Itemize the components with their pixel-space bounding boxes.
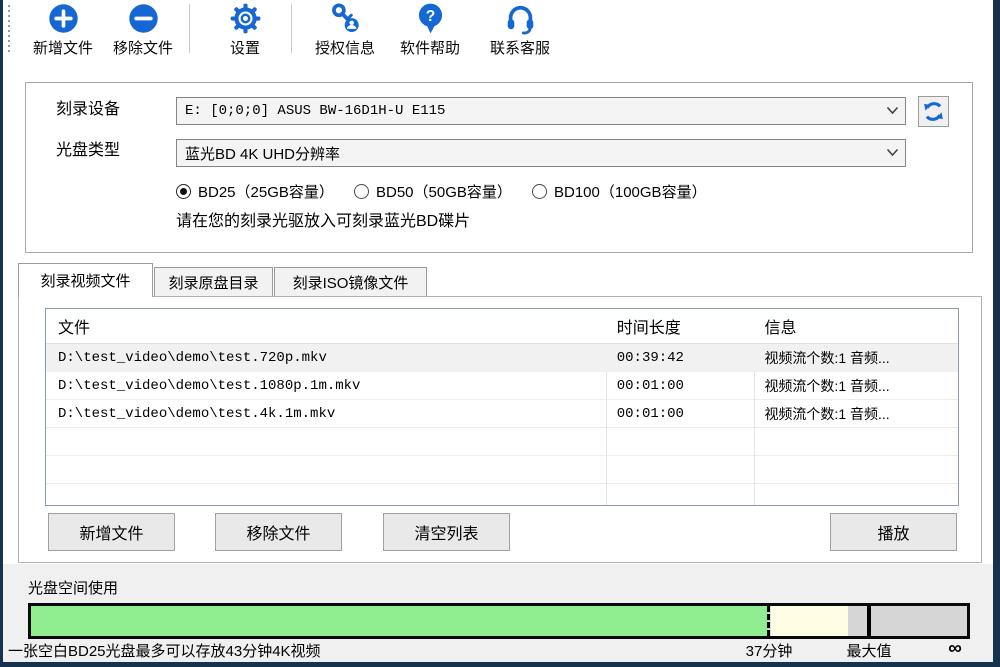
radio-bd25[interactable]: BD25（25GB容量） [176,181,334,202]
radio-circle [176,184,191,199]
disc-type-value: 蓝光BD 4K UHD分辨率 [185,143,340,164]
column-header-duration[interactable]: 时间长度 [605,309,753,343]
svg-text:?: ? [425,8,435,25]
window-border-bottom [0,662,1000,667]
status-text: 一张空白BD25光盘最多可以存放43分钟4K视频 [8,640,321,661]
radio-bd50-label: BD50（50GB容量） [376,181,512,202]
gear-icon [229,2,262,35]
infinity-symbol: ∞ [938,638,972,660]
toolbar-remove-file-button[interactable]: 移除文件 [101,2,185,58]
table-row[interactable]: D:\test_video\demo\test.1080p.1m.mkv 00:… [46,372,958,400]
cell-duration: 00:01:00 [605,400,753,428]
refresh-icon [921,99,946,124]
toolbar-settings-button[interactable]: 设置 [203,2,287,58]
tab-burn-video-label: 刻录视频文件 [40,270,130,291]
radio-circle [532,184,547,199]
table-row[interactable]: D:\test_video\demo\test.720p.mkv 00:39:4… [46,344,958,372]
toolbar-help-button[interactable]: ? 软件帮助 [388,2,472,58]
max-capacity-divider [867,606,871,636]
disc-type-label: 光盘类型 [56,136,120,160]
toolbar-add-file-button[interactable]: 新增文件 [21,2,105,58]
chevron-down-icon [886,148,899,157]
used-time-label: 37分钟 [729,640,809,661]
cell-duration: 00:01:00 [605,372,753,400]
cell-file: D:\test_video\demo\test.1080p.1m.mkv [46,372,605,400]
device-panel: 刻录设备 E: [0;0;0] ASUS BW-16D1H-U E115 光盘类… [25,82,973,253]
toolbar-support-button[interactable]: 联系客服 [478,2,562,58]
disc-space-bar [28,603,970,639]
table-header: 文件 时间长度 信息 [46,309,958,344]
column-header-info[interactable]: 信息 [752,309,958,343]
toolbar-help-label: 软件帮助 [400,37,460,58]
radio-bd100-label: BD100（100GB容量） [554,181,707,202]
toolbar-add-file-label: 新增文件 [33,37,93,58]
radio-bd100[interactable]: BD100（100GB容量） [532,181,707,202]
file-table[interactable]: 文件 时间长度 信息 D:\test_video\demo\test.720p.… [45,308,959,506]
radio-bd25-label: BD25（25GB容量） [198,181,334,202]
toolbar-separator [291,4,292,53]
cell-info: 视频流个数:1 音频... [752,344,958,372]
tab-burn-video[interactable]: 刻录视频文件 [18,263,153,297]
burner-device-value: E: [0;0;0] ASUS BW-16D1H-U E115 [185,103,445,119]
cell-file: D:\test_video\demo\test.4k.1m.mkv [46,400,605,428]
cell-file: D:\test_video\demo\test.720p.mkv [46,344,605,372]
key-user-icon [329,2,362,35]
help-bubble-icon: ? [414,2,447,35]
max-value-label: 最大值 [829,640,909,661]
tab-burn-folder-label: 刻录原盘目录 [168,272,258,293]
remove-file-button[interactable]: 移除文件 [215,513,342,551]
toolbar: 新增文件 移除文件 [0,0,1000,60]
play-button[interactable]: 播放 [830,513,957,551]
free-space-segment [771,606,848,636]
toolbar-license-button[interactable]: 授权信息 [303,2,387,58]
tab-burn-folder[interactable]: 刻录原盘目录 [154,267,273,296]
toolbar-license-label: 授权信息 [315,37,375,58]
toolbar-grip[interactable] [8,5,10,53]
disc-space-title: 光盘空间使用 [28,577,118,598]
window-border-left [0,0,3,667]
cell-info: 视频流个数:1 音频... [752,372,958,400]
refresh-devices-button[interactable] [918,96,949,127]
headset-icon [504,2,537,35]
burner-device-label: 刻录设备 [56,95,120,119]
toolbar-remove-file-label: 移除文件 [113,37,173,58]
toolbar-settings-label: 设置 [230,37,260,58]
used-space-marker [767,606,770,636]
app-window: 新增文件 移除文件 [0,0,1000,667]
cell-duration: 00:39:42 [605,344,753,372]
disc-space-labels: 一张空白BD25光盘最多可以存放43分钟4K视频 37分钟 最大值 ∞ [0,638,1000,662]
disc-type-select[interactable]: 蓝光BD 4K UHD分辨率 [176,139,906,167]
burner-device-select[interactable]: E: [0;0;0] ASUS BW-16D1H-U E115 [176,97,906,125]
chevron-down-icon [886,106,899,115]
column-header-file[interactable]: 文件 [46,309,605,343]
table-row[interactable]: D:\test_video\demo\test.4k.1m.mkv 00:01:… [46,400,958,428]
window-border-right [993,0,1000,667]
clear-list-button[interactable]: 清空列表 [383,513,510,551]
plus-circle-icon [47,2,80,35]
insert-disc-hint: 请在您的刻录光驱放入可刻录蓝光BD碟片 [176,207,470,231]
tab-burn-iso[interactable]: 刻录ISO镜像文件 [274,267,427,296]
cell-info: 视频流个数:1 音频... [752,400,958,428]
tab-burn-iso-label: 刻录ISO镜像文件 [293,272,409,293]
radio-bd50[interactable]: BD50（50GB容量） [354,181,512,202]
minus-circle-icon [127,2,160,35]
toolbar-separator [189,4,190,53]
used-space-segment [31,606,768,636]
radio-circle [354,184,369,199]
toolbar-support-label: 联系客服 [490,37,550,58]
add-file-button[interactable]: 新增文件 [48,513,175,551]
